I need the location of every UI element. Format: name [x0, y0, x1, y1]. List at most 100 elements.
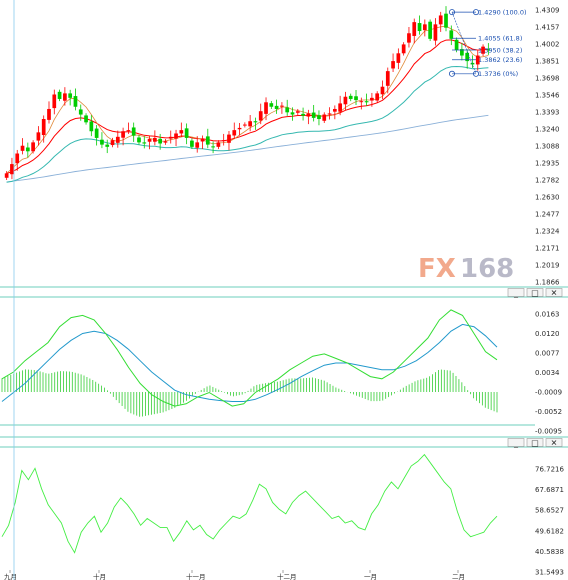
macd-y-tick: 0.0077: [535, 350, 560, 358]
candle-body: [63, 93, 67, 101]
candle-body: [110, 140, 115, 146]
x-tick-label: 十二月: [277, 572, 297, 580]
candle-body: [412, 22, 417, 36]
candle-body: [428, 21, 432, 39]
oscillator-panel: [1, 453, 498, 554]
close-button-glyph[interactable]: ✕: [551, 438, 558, 447]
candle-body: [438, 15, 443, 25]
candle-body: [354, 96, 358, 101]
fib-level-label: 1.3950 (38.2): [478, 46, 522, 54]
price-y-tick: 1.2630: [535, 193, 560, 201]
candle-body: [290, 112, 295, 115]
candle-body: [163, 141, 168, 143]
candle-body: [248, 121, 252, 127]
macd-y-tick: 0.0163: [535, 311, 560, 319]
candle-body: [227, 134, 231, 143]
candle-body: [52, 94, 57, 109]
macd-panel: [0, 309, 535, 426]
candle-body: [422, 24, 427, 31]
osc-y-tick: 31.5493: [535, 569, 564, 577]
price-y-tick: 1.2324: [535, 228, 560, 236]
candle-body: [15, 153, 20, 164]
x-axis-labels: 九月 十月 十一月 十二月 一月 二月: [4, 570, 465, 580]
candle-body: [449, 30, 454, 39]
x-tick-label: 一月: [364, 573, 377, 580]
candle-body: [4, 173, 9, 178]
candle-body: [115, 136, 120, 143]
restore-button-glyph[interactable]: □: [531, 438, 539, 447]
candle-body: [417, 23, 422, 32]
oscillator-line: [1, 453, 498, 554]
candle-body: [359, 101, 364, 103]
candle-body: [137, 137, 141, 143]
candle-body: [306, 113, 311, 117]
ma-slow-line: [6, 65, 489, 183]
candle-body: [380, 86, 385, 95]
chart-canvas: 1.4290 (100.0) 1.4055 (61.8) 1.3950 (38.2)…: [0, 0, 568, 580]
panel-separator-macd[interactable]: _ □ ✕: [0, 286, 568, 298]
panel-separator-oscillator[interactable]: _ □ ✕: [0, 436, 568, 448]
price-y-tick: 1.3851: [535, 57, 560, 65]
macd-y-tick: 0.0120: [535, 330, 560, 338]
price-y-tick: 1.2477: [535, 210, 560, 218]
price-y-tick: 1.4002: [535, 41, 560, 49]
price-y-tick: 1.3698: [535, 75, 560, 83]
candle-body: [57, 91, 62, 99]
candle-body: [327, 113, 332, 115]
macd-y-tick: -0.0052: [535, 408, 562, 416]
candle-body: [444, 13, 448, 28]
candle-body: [243, 124, 247, 126]
candle-body: [200, 139, 205, 142]
candle-body: [47, 108, 51, 120]
candle-body: [190, 140, 194, 147]
candle-body: [84, 115, 88, 123]
candle-body: [253, 121, 258, 123]
candle-body: [311, 112, 316, 118]
macd-y-tick: 0.0034: [535, 369, 560, 377]
restore-button-glyph[interactable]: □: [531, 288, 539, 297]
price-y-tick: 1.3240: [535, 126, 560, 134]
fib-level-label: 1.3862 (23.6): [478, 56, 522, 64]
osc-y-tick: 49.6182: [535, 527, 564, 535]
candle-body: [385, 71, 390, 86]
candle-body: [153, 137, 157, 142]
candle-body: [338, 103, 342, 112]
candle-body: [391, 61, 395, 69]
candle-body: [184, 128, 189, 138]
ma-long-line: [6, 114, 489, 183]
candle-body: [232, 130, 237, 136]
price-y-tick: 1.2171: [535, 245, 560, 253]
candle-body: [348, 95, 353, 99]
candle-body: [31, 142, 35, 152]
candle-body: [269, 103, 274, 107]
fib-level-label: 1.4290 (100.0): [478, 8, 527, 16]
candle-body: [126, 130, 131, 132]
candle-body: [25, 147, 30, 152]
price-y-tick: 1.2782: [535, 177, 560, 185]
candle-body: [322, 114, 327, 121]
price-panel: 1.4290 (100.0) 1.4055 (61.8) 1.3950 (38.2)…: [4, 6, 527, 183]
candle-body: [301, 113, 305, 116]
macd-y-tick: -0.0009: [535, 389, 562, 397]
candle-body: [396, 53, 401, 63]
candle-body: [264, 102, 268, 114]
candle-body: [158, 138, 163, 144]
candle-body: [179, 130, 184, 134]
close-button-glyph[interactable]: ✕: [551, 288, 558, 297]
candle-body: [375, 93, 380, 101]
x-tick-label: 九月: [4, 572, 17, 580]
candle-body: [78, 109, 83, 115]
candle-body: [274, 105, 279, 109]
candle-body: [205, 136, 210, 145]
price-y-tick: 1.3393: [535, 108, 560, 116]
candle-body: [195, 142, 200, 148]
macd-signal-line: [1, 323, 498, 402]
osc-y-tick: 76.7216: [535, 465, 564, 473]
candle-body: [295, 111, 300, 113]
candle-body: [121, 131, 125, 138]
price-y-tick: 1.4309: [535, 7, 560, 15]
candle-body: [401, 44, 406, 54]
separator-bar: [0, 288, 568, 297]
candle-body: [332, 108, 337, 112]
candle-body: [370, 97, 374, 101]
